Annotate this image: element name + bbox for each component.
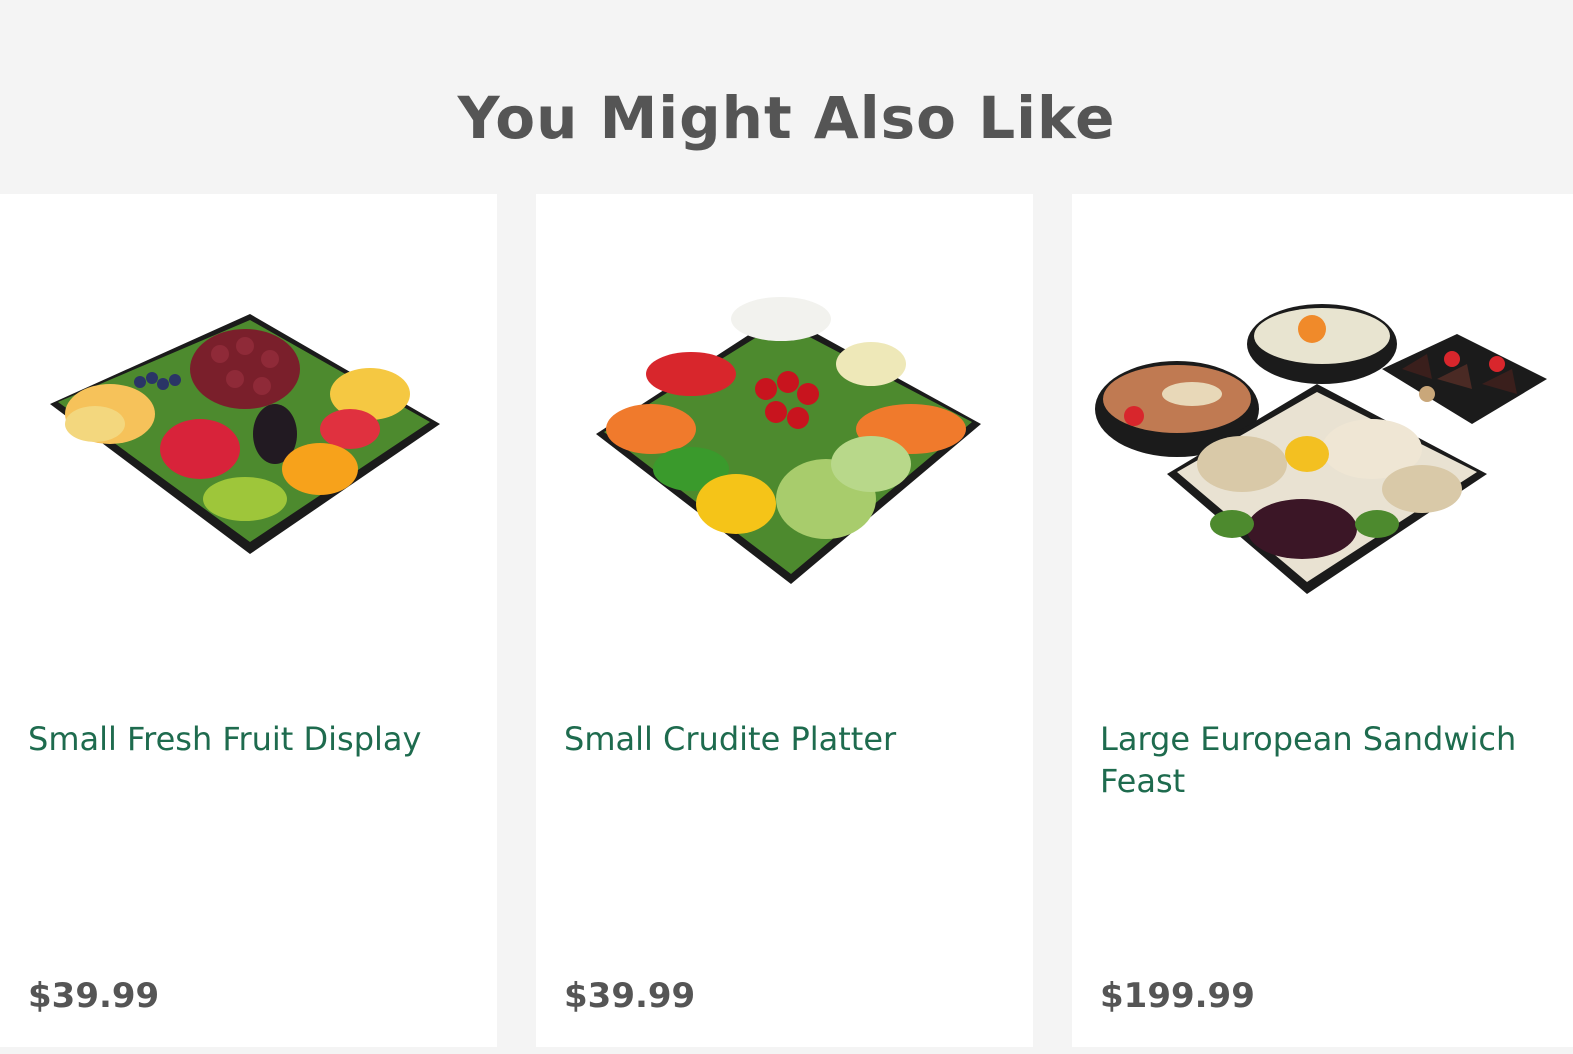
product-card[interactable]: Small Crudite Platter $39.99 xyxy=(536,194,1033,1047)
product-card[interactable]: Large European Sandwich Feast $199.99 xyxy=(1072,194,1573,1047)
product-name-link[interactable]: Small Fresh Fruit Display xyxy=(28,718,468,760)
product-card[interactable]: Small Fresh Fruit Display $39.99 xyxy=(0,194,497,1047)
section-title: You Might Also Like xyxy=(457,84,1116,152)
product-name-link[interactable]: Small Crudite Platter xyxy=(564,718,1004,760)
sandwich-feast-image[interactable] xyxy=(1072,284,1573,624)
crudite-platter-image[interactable] xyxy=(536,284,1033,624)
product-price: $39.99 xyxy=(28,976,160,1016)
fruit-platter-image[interactable] xyxy=(0,284,497,624)
product-price: $39.99 xyxy=(564,976,696,1016)
product-price: $199.99 xyxy=(1100,976,1255,1016)
product-carousel: Small Fresh Fruit Display $39.99 Small C… xyxy=(0,194,1573,1047)
product-name-link[interactable]: Large European Sandwich Feast xyxy=(1100,718,1540,802)
